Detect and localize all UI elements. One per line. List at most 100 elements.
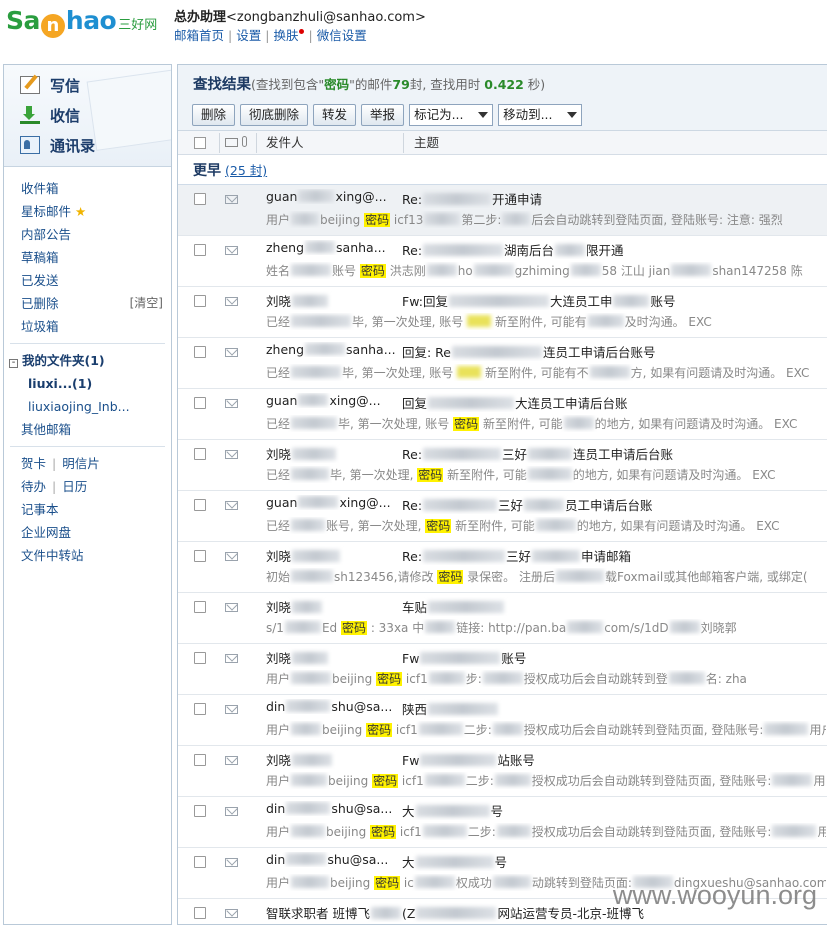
search-keyword: 密码 — [324, 77, 350, 92]
subject-cell: Re: 开通申请 — [402, 189, 822, 208]
todo-link[interactable]: 待办 — [21, 479, 46, 494]
sender-text: 刘晓 — [266, 753, 292, 768]
contacts-button[interactable]: 通讯录 — [20, 133, 95, 157]
sanhao-logo[interactable]: Sa n hao 三好网 — [6, 6, 157, 42]
folder-spam[interactable]: 垃圾箱 — [4, 315, 171, 338]
envelope-icon — [225, 705, 238, 714]
redacted-block — [414, 876, 455, 888]
row-checkbox[interactable] — [194, 499, 206, 511]
mark-as-select[interactable]: 标记为... — [409, 104, 494, 126]
subfolder-liuxi[interactable]: liuxi...(1) — [4, 372, 171, 395]
row-checkbox[interactable] — [194, 805, 206, 817]
mail-row[interactable]: 刘晓 Fw:回复 大连员工申 账号 已经 毕, 第一次处理, 账号 新至附件, 可能有 及时… — [178, 287, 827, 338]
compose-button[interactable]: 写信 — [20, 73, 80, 97]
sender-text: din — [266, 801, 286, 816]
mail-row[interactable]: 刘晓 Re: 三好 申请邮箱 初始 sh123456,请修改 密码 录保密。 注册后 载Fo… — [178, 542, 827, 593]
row-checkbox[interactable] — [194, 295, 206, 307]
greeting-card-link[interactable]: 贺卡 — [21, 456, 46, 471]
attachment-icon[interactable] — [242, 136, 247, 147]
row-checkbox[interactable] — [194, 754, 206, 766]
mail-row[interactable]: 刘晓 车贴 s/1 Ed 密码 : 33xa 中 链接: http://pan.ba co… — [178, 593, 827, 644]
other-mailbox[interactable]: 其他邮箱 — [4, 418, 171, 441]
row-checkbox[interactable] — [194, 550, 206, 562]
forward-button[interactable]: 转发 — [313, 104, 357, 126]
subject-text: 大连员工申 — [549, 294, 613, 309]
mail-row[interactable]: din shu@sa... 大号用户 beijing 密码 icf1 二步: 授权成功后会… — [178, 797, 827, 848]
preview-text: 授权成功后会自动跳转到登陆页面, 登陆账号: — [531, 774, 772, 788]
link-skin[interactable]: 换肤 — [273, 28, 298, 43]
toolbar: 删除 彻底删除 转发 举报 标记为... 移动到... — [178, 99, 827, 131]
select-all-checkbox[interactable] — [194, 137, 206, 149]
empty-trash-link[interactable]: [清空] — [130, 292, 163, 315]
mail-row[interactable]: 刘晓 Re: 三好 连员工申请后台账 已经 毕, 第一次处理, 密码 新至附件, 可能 的地… — [178, 440, 827, 491]
receive-label: 收信 — [50, 106, 81, 125]
link-mailbox-home[interactable]: 邮箱首页 — [174, 28, 224, 43]
logo-part: hao — [65, 6, 117, 35]
row-checkbox[interactable] — [194, 193, 206, 205]
subfolder-liuxiaojing[interactable]: liuxiaojing_Inb... — [4, 395, 171, 418]
mail-row[interactable]: guan xing@... Re: 开通申请 用户 beijing 密码 icf13 第二步… — [178, 185, 827, 236]
preview-text: 授权成功后会自动跳转到登陆页面, 登陆账号: — [523, 723, 764, 737]
preview-text: 毕, 第一次处理, 账号 — [352, 315, 464, 329]
folder-sent[interactable]: 已发送 — [4, 269, 171, 292]
netdisk-link[interactable]: 企业网盘 — [4, 521, 171, 544]
preview-text: 用户 — [266, 825, 291, 839]
row-checkbox[interactable] — [194, 346, 206, 358]
link-settings[interactable]: 设置 — [236, 28, 261, 43]
row-checkbox[interactable] — [194, 703, 206, 715]
row-checkbox[interactable] — [194, 244, 206, 256]
report-button[interactable]: 举报 — [361, 104, 405, 126]
folder-list: 收件箱 星标邮件 ★ 内部公告 草稿箱 已发送 已删除 [清空] 垃圾箱 - 我的文件… — [4, 167, 171, 567]
redacted-block — [298, 496, 339, 508]
mail-row[interactable]: guan xing@... Re: 三好 员工申请后台账 已经 账号, 第一次处理, 密码 … — [178, 491, 827, 542]
preview-text: 已经 — [266, 366, 291, 380]
preview-text: 后会自动跳转到登陆页面, 登陆账号: 注意: 强烈 — [531, 213, 783, 227]
subject-text: 湖南后台 — [504, 243, 555, 258]
folder-drafts[interactable]: 草稿箱 — [4, 246, 171, 269]
redacted-block — [291, 366, 342, 378]
subject-text: 大连员工申请后台账 — [515, 396, 628, 411]
envelope-icon[interactable] — [225, 138, 238, 147]
subject-text: 号 — [494, 855, 508, 870]
row-checkbox[interactable] — [194, 907, 206, 919]
mail-row[interactable]: guan xing@... 回复 大连员工申请后台账 已经 毕, 第一次处理, 账号 密码… — [178, 389, 827, 440]
file-transfer-link[interactable]: 文件中转站 — [4, 544, 171, 567]
group-count-link[interactable]: (25 封) — [225, 163, 267, 178]
mail-row[interactable]: zheng sanha... 回复: Re 连员工申请后台账号 已经 毕, 第一次处理, … — [178, 338, 827, 389]
subject-text: 站账号 — [497, 753, 535, 768]
redacted-block — [452, 346, 542, 358]
subject-cell: Re: 湖南后台 限开通 — [402, 240, 822, 259]
receive-button[interactable]: 收信 — [20, 103, 80, 127]
folder-starred[interactable]: 星标邮件 ★ — [4, 200, 171, 223]
move-to-select[interactable]: 移动到... — [498, 104, 583, 126]
row-checkbox[interactable] — [194, 652, 206, 664]
mail-row[interactable]: 刘晓 Fw 站账号 用户 beijing 密码 icf1 二步: 授权成功后会自动跳转到登陆… — [178, 746, 827, 797]
folder-announcements[interactable]: 内部公告 — [4, 223, 171, 246]
postcard-link[interactable]: 明信片 — [62, 456, 100, 471]
calendar-link[interactable]: 日历 — [62, 479, 87, 494]
collapse-icon[interactable]: - — [9, 358, 18, 368]
row-checkbox[interactable] — [194, 397, 206, 409]
mail-row[interactable]: zheng sanha... Re: 湖南后台 限开通 姓名 账号 密码 洪志刚 ho gzhi… — [178, 236, 827, 287]
my-folders-header[interactable]: - 我的文件夹(1) — [4, 349, 171, 372]
row-checkbox[interactable] — [194, 856, 206, 868]
folder-deleted[interactable]: 已删除 [清空] — [4, 292, 171, 315]
subject-text: 回复 — [402, 396, 428, 411]
preview-text: 已经 — [266, 519, 291, 533]
notebook-link[interactable]: 记事本 — [4, 498, 171, 521]
subject-text: Fw — [402, 753, 420, 768]
link-wechat-settings[interactable]: 微信设置 — [317, 28, 367, 43]
purge-button[interactable]: 彻底删除 — [240, 104, 309, 126]
pencil-icon — [20, 76, 40, 94]
folder-inbox[interactable]: 收件箱 — [4, 177, 171, 200]
delete-button[interactable]: 删除 — [192, 104, 236, 126]
mail-row[interactable]: 刘晓 Fw 账号 用户 beijing 密码 icf1 步: 授权成功后会自动跳转到登 名: … — [178, 644, 827, 695]
mail-row[interactable]: din shu@sa... 陕西 用户 beijing 密码 icf1 二步: 授权成功后会… — [178, 695, 827, 746]
divider — [10, 343, 165, 344]
row-checkbox[interactable] — [194, 448, 206, 460]
column-sender[interactable]: 发件人 — [266, 131, 304, 155]
keyword-highlight: 密码 — [376, 672, 403, 686]
row-checkbox[interactable] — [194, 601, 206, 613]
column-subject[interactable]: 主题 — [414, 131, 439, 155]
keyword-highlight: 密码 — [374, 876, 401, 890]
